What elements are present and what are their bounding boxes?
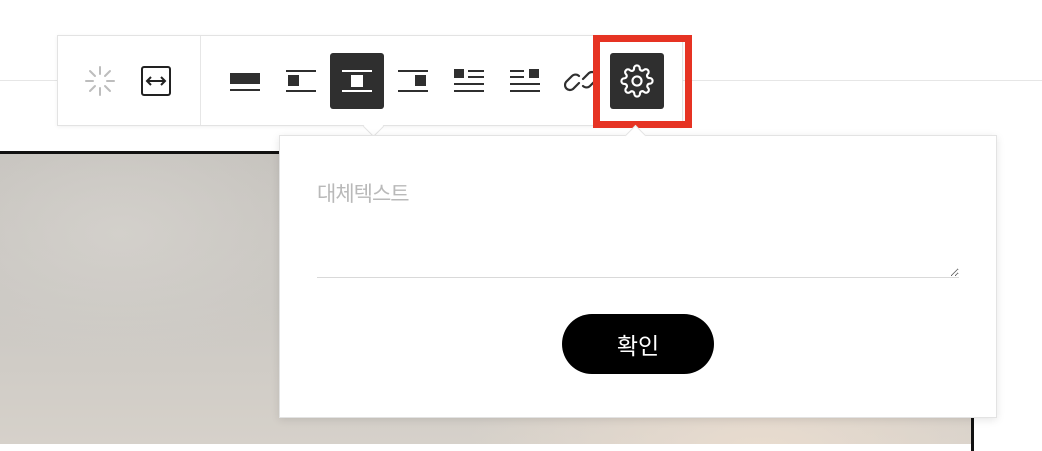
settings-highlight-box [593,35,692,128]
resize-width-button[interactable] [129,53,183,109]
align-left-button[interactable] [274,53,328,109]
resize-width-icon [141,66,171,96]
align-center-button[interactable] [330,53,384,109]
wrap-right-icon [510,69,540,92]
loading-button[interactable] [73,53,127,109]
wrap-left-icon [454,69,484,92]
wrap-left-button[interactable] [442,53,496,109]
align-center-icon [342,70,372,92]
align-full-button[interactable] [218,53,272,109]
align-full-icon [230,73,260,91]
align-right-icon [398,70,428,92]
loading-icon [85,66,115,96]
confirm-button[interactable]: 확인 [562,314,714,374]
alt-text-input[interactable] [317,172,959,278]
align-left-icon [286,70,316,92]
wrap-right-button[interactable] [498,53,552,109]
toolbar-divider [200,36,201,125]
align-right-button[interactable] [386,53,440,109]
